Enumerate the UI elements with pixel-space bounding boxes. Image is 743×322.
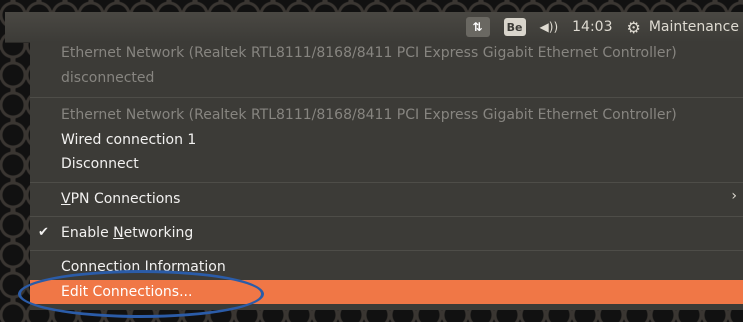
network-icon[interactable]: ⇅ [465,17,490,37]
vpn-mnemonic: V [61,191,71,207]
user-menu[interactable]: Maintenance [649,19,739,35]
chevron-right-icon: › [731,188,737,204]
wired-connection-1-item[interactable]: Wired connection 1 [61,129,196,151]
keyboard-layout-indicator[interactable]: Be [503,18,526,36]
disconnect-item[interactable]: Disconnect [61,153,139,175]
enable-networking-item[interactable]: Enable Networking [61,222,193,244]
menu-separator [30,250,743,251]
vpn-label: PN Connections [70,191,181,207]
ethernet-network-header-1: Ethernet Network (Realtek RTL8111/8168/8… [61,45,677,61]
menu-separator [30,97,743,98]
enable-networking-rest: etworking [123,225,194,241]
power-icon[interactable]: ⚙ [626,18,640,37]
menu-separator [30,216,743,217]
annotation-ellipse [18,270,264,318]
enable-networking-prefix: Enable [61,225,114,241]
keyboard-layout-label: Be [506,20,523,34]
vpn-connections-item[interactable]: VPN Connections [61,188,180,210]
ethernet-network-header-2: Ethernet Network (Realtek RTL8111/8168/8… [61,107,677,123]
checkmark-icon: ✔ [38,225,49,240]
menu-separator [30,182,743,183]
enable-networking-mnemonic: N [113,225,124,241]
clock[interactable]: 14:03 [572,19,612,35]
top-panel: ⇅ Be ◀)) 14:03 ⚙ Maintenance [5,12,743,43]
ethernet-1-status: disconnected [61,70,155,86]
volume-icon[interactable]: ◀)) [540,20,559,34]
